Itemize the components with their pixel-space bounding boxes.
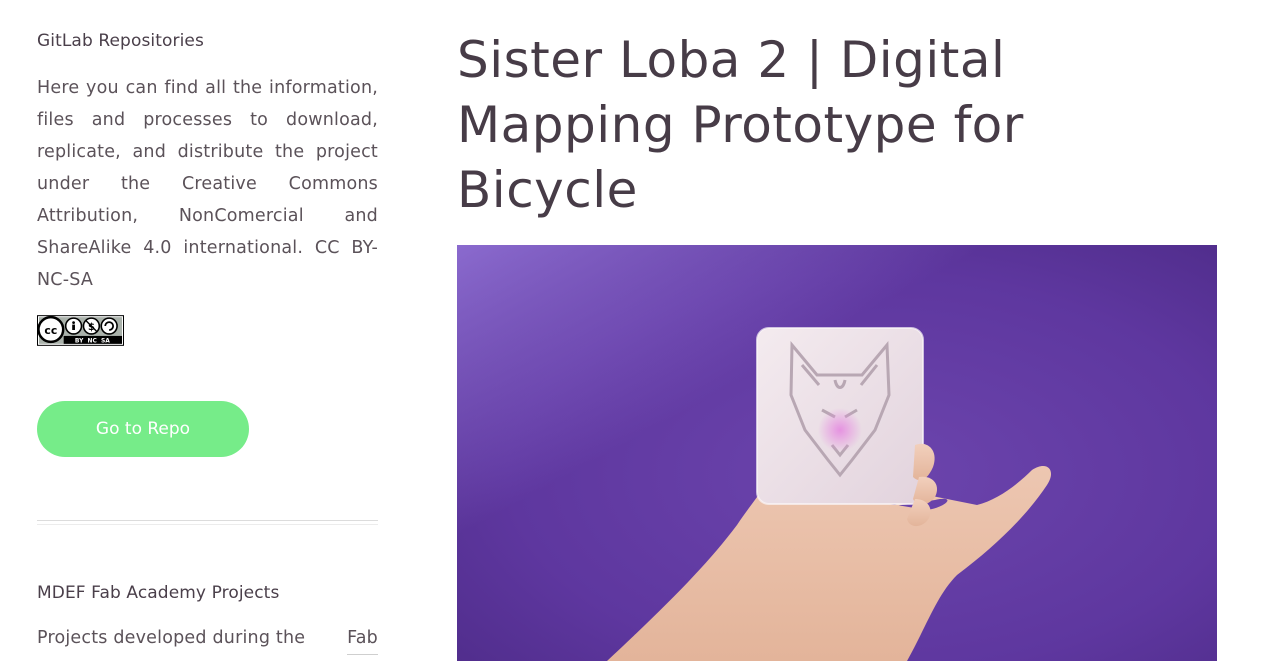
hand-holding-wolf-device-image: [457, 245, 1217, 661]
section-divider: [37, 520, 378, 521]
go-to-repo-button[interactable]: Go to Repo: [37, 401, 249, 457]
section-title-gitlab: GitLab Repositories: [37, 31, 204, 51]
section-description-fab-academy: Projects developed during the Fab: [37, 622, 378, 655]
section-title-fab-academy: MDEF Fab Academy Projects: [37, 583, 280, 603]
cc-license-badge-icon[interactable]: cc $ BY NC SA: [37, 315, 124, 346]
cc-badge-labels: BY NC SA: [75, 337, 110, 344]
fab-academy-text: Projects developed during the: [37, 628, 306, 648]
page-title: Sister Loba 2 | Digital Mapping Prototyp…: [457, 31, 1024, 219]
section-description-gitlab: Here you can find all the information, f…: [37, 78, 378, 290]
hero-image: [457, 245, 1217, 661]
section-divider-shadow: [37, 524, 378, 525]
svg-text:cc: cc: [44, 324, 57, 337]
page: GitLab Repositories Here you can find al…: [0, 0, 1280, 661]
fab-link[interactable]: Fab: [347, 622, 378, 655]
